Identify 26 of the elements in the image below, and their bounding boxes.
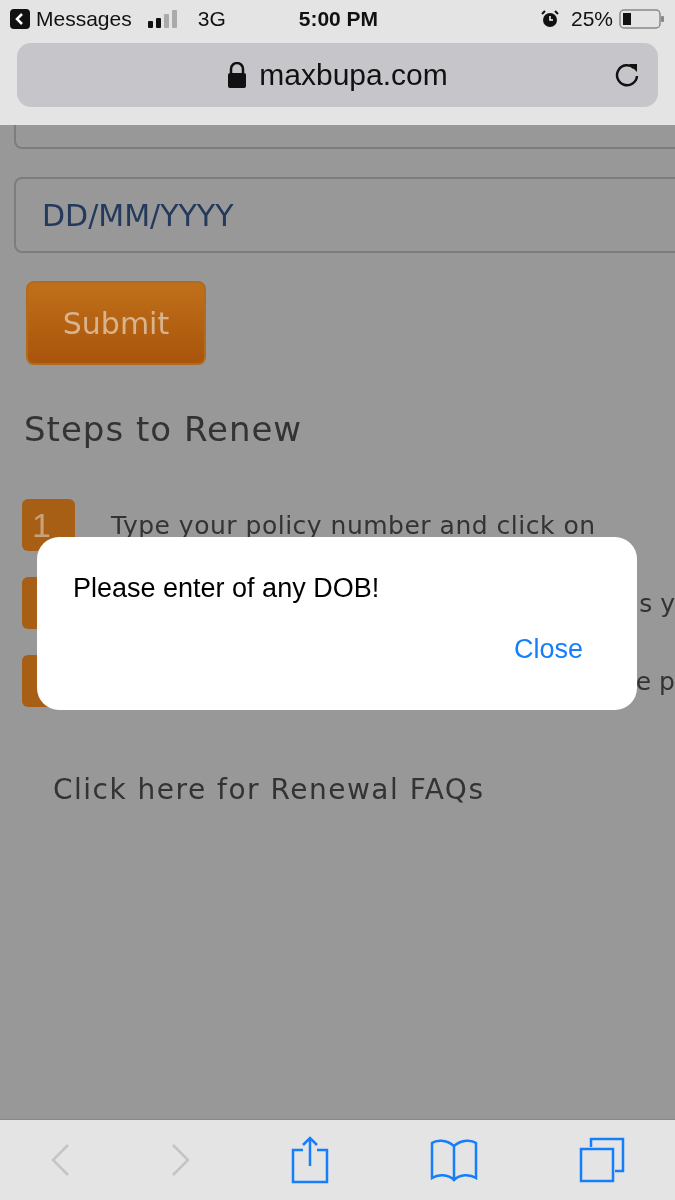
section-title: Steps to Renew [24, 409, 304, 449]
chevron-left-icon [50, 1143, 71, 1177]
url-text: maxbupa.com [259, 58, 448, 92]
lock-icon [227, 62, 248, 88]
step-text: e p [635, 666, 675, 696]
step-text: s y [639, 588, 675, 618]
back-app-label[interactable]: Messages [36, 7, 132, 31]
signal-icon [147, 10, 178, 28]
address-bar[interactable]: maxbupa.com [17, 43, 658, 107]
step-text: Type your policy number and click on [111, 510, 596, 540]
share-icon[interactable] [291, 1136, 330, 1184]
battery-icon [619, 9, 665, 29]
battery-percent: 25% [570, 7, 613, 31]
dob-field[interactable]: DD/MM/YYYY [14, 177, 675, 253]
tabs-icon[interactable] [578, 1137, 625, 1183]
alarm-clock-icon [540, 10, 559, 28]
alert-message: Please enter of any DOB! [73, 573, 381, 604]
close-button[interactable]: Close [513, 634, 583, 665]
back-icon[interactable] [10, 9, 30, 29]
submit-button[interactable]: Submit [26, 281, 206, 365]
chevron-right-icon [170, 1143, 191, 1177]
faq-link[interactable]: Click here for Renewal FAQs [53, 773, 675, 806]
network-label: 3G [197, 7, 226, 31]
text-field[interactable] [14, 125, 675, 149]
bookmarks-icon[interactable] [430, 1138, 479, 1182]
clock-time: 5:00 PM [298, 7, 379, 31]
